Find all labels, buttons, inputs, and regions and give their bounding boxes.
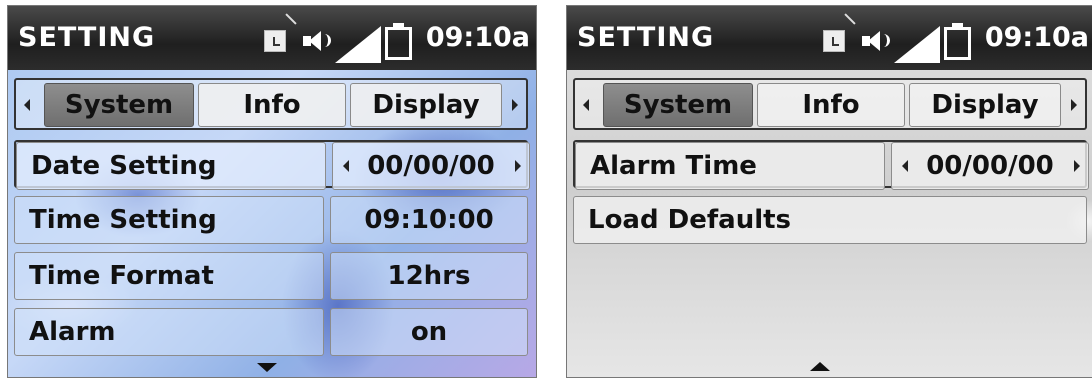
tab-left-arrow-icon[interactable] [583,99,589,111]
setting-value-text: 00/00/00 [926,151,1054,181]
value-left-arrow-icon[interactable] [902,160,908,172]
signal-icon [894,26,940,63]
setting-value-text: 00/00/00 [367,151,495,181]
tab-info[interactable]: Info [198,83,346,127]
setting-value[interactable]: 09:10:00 [330,196,528,244]
clock-time: 09:10a [425,22,530,53]
signal-icon [335,26,381,63]
tab-right-arrow-icon[interactable] [1071,99,1077,111]
memory-card-indicator-line [285,13,297,25]
setting-label: Alarm Time [575,142,885,190]
tab-right-arrow-icon[interactable] [512,99,518,111]
value-right-arrow-icon[interactable] [1074,160,1080,172]
speaker-icon [862,30,890,52]
battery-icon [944,23,971,60]
screen-title: SETTING [18,22,156,53]
status-bar: SETTING 09:10a [8,6,536,70]
memory-card-indicator-line [844,13,856,25]
tab-info[interactable]: Info [757,83,905,127]
memory-card-icon [264,30,286,52]
tab-display[interactable]: Display [350,83,502,127]
setting-row-time-format[interactable]: Time Format 12hrs [14,252,528,300]
setting-row-alarm-time[interactable]: Alarm Time 00/00/00 [573,140,1089,190]
tab-system[interactable]: System [603,83,753,127]
setting-label: Date Setting [16,142,326,190]
memory-card-icon [823,30,845,52]
setting-row-date[interactable]: Date Setting 00/00/00 [14,140,530,190]
setting-row-alarm[interactable]: Alarm on [14,308,528,356]
setting-value[interactable]: on [330,308,528,356]
setting-value[interactable]: 12hrs [330,252,528,300]
screen-title: SETTING [577,22,715,53]
status-bar: SETTING 09:10a [567,6,1092,70]
scroll-down-arrow-icon[interactable] [257,363,277,372]
tab-bar: System Info Display [14,78,528,130]
setting-label: Alarm [14,308,324,356]
battery-icon [385,23,412,60]
tab-system[interactable]: System [44,83,194,127]
tab-display[interactable]: Display [909,83,1061,127]
value-right-arrow-icon[interactable] [515,160,521,172]
setting-row-load-defaults[interactable]: Load Defaults [573,196,1087,244]
setting-value-date[interactable]: 00/00/00 [332,142,530,190]
setting-label: Time Setting [14,196,324,244]
tab-bar: System Info Display [573,78,1087,130]
settings-screen-right: SETTING 09:10a System Info Display Alarm… [566,5,1092,378]
speaker-icon [303,30,331,52]
scroll-up-arrow-icon[interactable] [810,362,830,371]
settings-screen-left: SETTING 09:10a System Info Display Date … [7,5,537,378]
clock-time: 09:10a [984,22,1089,53]
value-left-arrow-icon[interactable] [343,160,349,172]
tab-left-arrow-icon[interactable] [24,99,30,111]
setting-row-time[interactable]: Time Setting 09:10:00 [14,196,528,244]
setting-label: Load Defaults [573,196,1087,244]
setting-label: Time Format [14,252,324,300]
setting-value-alarm-time[interactable]: 00/00/00 [891,142,1089,190]
